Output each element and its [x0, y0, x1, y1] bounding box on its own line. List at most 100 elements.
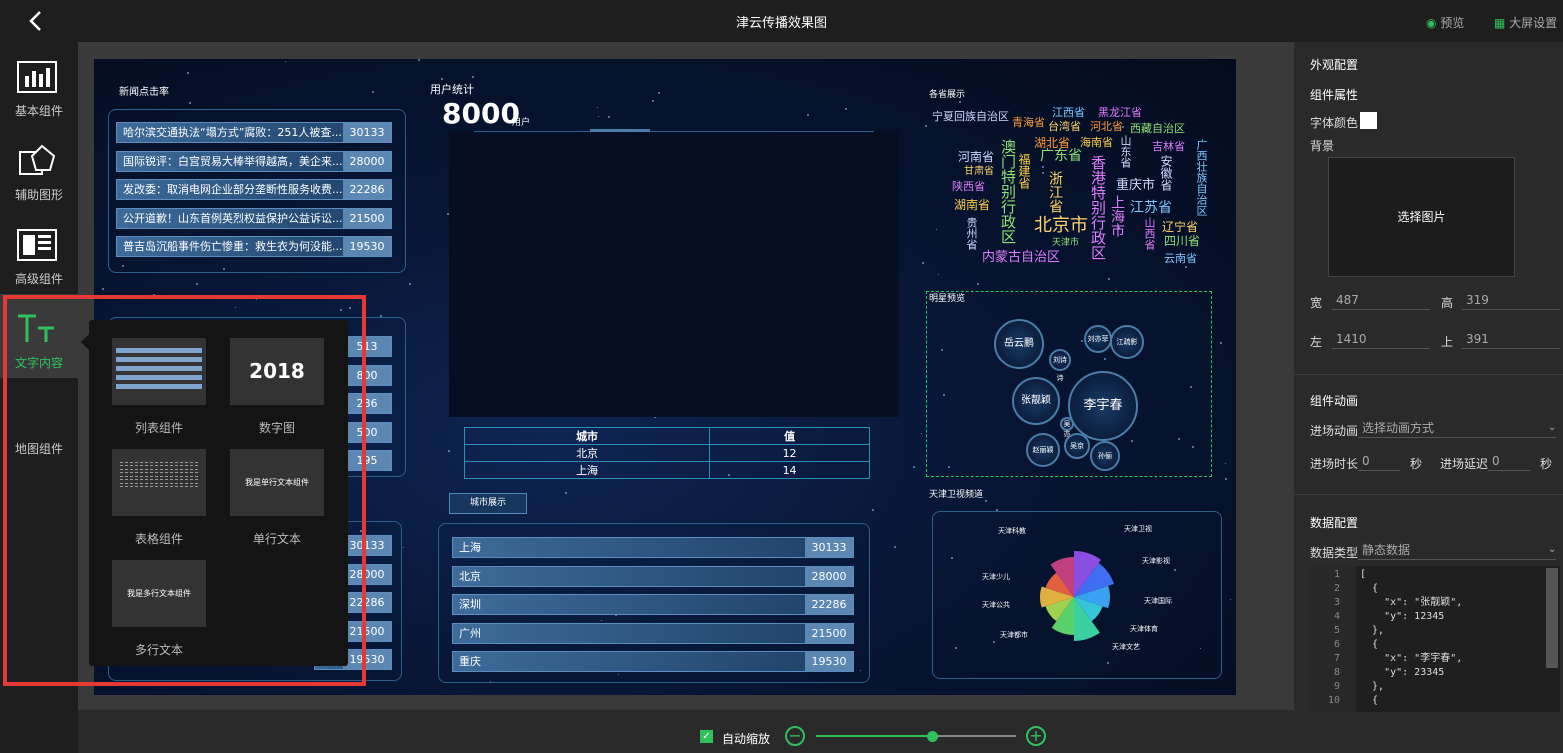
province-word: 澳门特别行政区: [999, 139, 1017, 244]
data-type-select[interactable]: 静态数据: [1358, 540, 1556, 560]
star-dot: [935, 228, 937, 230]
province-word: 天津市: [1052, 238, 1080, 248]
width-input[interactable]: 487: [1332, 290, 1430, 310]
data-config-heading: 数据配置: [1310, 516, 1359, 530]
shapes-icon: [16, 144, 58, 178]
table-row: 上海 14: [463, 461, 870, 479]
bar-value: 28000: [343, 151, 391, 171]
star-bubble[interactable]: 江疏影: [1110, 325, 1144, 359]
province-word: 江西省: [1052, 106, 1085, 119]
star-bubble[interactable]: 李宇春: [1068, 371, 1138, 441]
star-dot: [188, 102, 191, 105]
city-item[interactable]: 重庆 19530: [452, 651, 854, 672]
star-dot: [1224, 462, 1226, 464]
top-label: 上: [1441, 335, 1454, 349]
sidebar-item-shapes[interactable]: 辅助图形: [0, 126, 78, 210]
enter-duration-input[interactable]: 0: [1358, 451, 1400, 471]
tv-rose-chart: 天津卫视天津影视天津国际天津体育天津文艺 天津都市 天津公共 天津少儿 天津科教: [982, 524, 1172, 651]
bar-label: 重庆: [459, 655, 481, 668]
rose-label: 天津公共: [982, 600, 1010, 609]
bar-label: 哈尔滨交通执法“塌方式”腐败：251人被查...: [123, 126, 342, 139]
provinces-title: 各省展示: [929, 90, 966, 100]
star-bubble[interactable]: 吴京: [1064, 433, 1090, 459]
star-bubble[interactable]: 张靓颖: [1012, 377, 1060, 425]
star-bubble[interactable]: 吴亦凡: [1060, 417, 1074, 448]
rose-label: 天津国际: [1144, 596, 1172, 605]
star-dot: [418, 59, 421, 62]
city-show-button[interactable]: 城市展示: [449, 493, 527, 514]
preview-button[interactable]: ◉ 预览: [1426, 14, 1464, 31]
data-type-label: 数据类型: [1310, 546, 1359, 560]
star-bubble[interactable]: 赵丽颖: [1026, 433, 1060, 467]
star-dot: [447, 450, 450, 453]
animation-heading: 组件动画: [1310, 394, 1359, 408]
news-item[interactable]: 哈尔滨交通执法“塌方式”腐败：251人被查... 30133: [116, 122, 392, 143]
highlight-box: [3, 295, 366, 686]
code-text: [ { "x": "张靓颖", "y": 12345 }, { "x": "李宇…: [1360, 569, 1463, 706]
rose-label: 天津卫视: [1124, 524, 1152, 533]
star-bubble[interactable]: 岳云鹏: [994, 319, 1044, 369]
enter-anim-select[interactable]: 选择动画方式: [1358, 418, 1556, 438]
table-header: 值: [709, 427, 870, 445]
zoom-bar: ✓ 自动缩放 − +: [78, 710, 1294, 753]
chevron-down-icon: ⌄: [1548, 544, 1557, 555]
province-word: 甘肃省: [964, 166, 994, 177]
height-input[interactable]: 319: [1462, 290, 1560, 310]
grid-icon: ▦: [1494, 16, 1506, 30]
news-item[interactable]: 发改委：取消电网企业部分垄断性服务收费... 22286: [116, 179, 392, 200]
province-word: 青海省: [1012, 116, 1045, 129]
sidebar-item-basic[interactable]: 基本组件: [0, 42, 78, 126]
province-word: 海南省: [1080, 136, 1113, 149]
bar-label: 普吉岛沉船事件伤亡惨重：救生衣为何没能...: [123, 240, 343, 253]
bar-value: 21500: [343, 208, 391, 228]
zoom-slider-thumb[interactable]: [927, 731, 938, 742]
city-item[interactable]: 深圳 22286: [452, 594, 854, 615]
editor-scrollbar[interactable]: [1546, 568, 1558, 668]
left-input[interactable]: 1410: [1332, 329, 1430, 349]
top-input[interactable]: 391: [1462, 329, 1560, 349]
screen-settings-button[interactable]: ▦ 大屏设置: [1494, 14, 1557, 31]
city-item[interactable]: 广州 21500: [452, 622, 854, 644]
star-bubble[interactable]: 刘诗诗: [1049, 349, 1071, 382]
bar-label: 上海: [459, 541, 481, 554]
bar-value: 22286: [805, 595, 853, 614]
star-bubble[interactable]: 孙俪: [1090, 441, 1120, 471]
star-bubble[interactable]: 刘亦菲: [1084, 325, 1112, 353]
star-dot: [984, 499, 987, 502]
select-image-button[interactable]: 选择图片: [1328, 157, 1515, 277]
seconds-label: 秒: [1540, 457, 1553, 471]
auto-zoom-checkbox[interactable]: ✓: [700, 730, 713, 743]
background-label: 背景: [1310, 139, 1335, 153]
star-dot: [1108, 278, 1111, 281]
city-item[interactable]: 北京 28000: [452, 565, 854, 587]
zoom-out-icon[interactable]: −: [785, 726, 805, 746]
properties-panel: 外观配置 组件属性 字体颜色 背景 选择图片 宽 487 高 319 左 141…: [1294, 42, 1563, 753]
star-dot: [1219, 342, 1222, 345]
rose-label: 天津文艺: [1112, 642, 1140, 651]
city-item[interactable]: 上海 30133: [452, 537, 854, 558]
star-dot: [409, 283, 412, 286]
news-item[interactable]: 国际锐评：白宫贸易大棒举得越高，美企来... 28000: [116, 150, 392, 172]
sidebar-item-advanced[interactable]: 高级组件: [0, 210, 78, 294]
line-numbers: 1 2 3 4 5 6 7 8 9 10: [1327, 569, 1340, 706]
enter-delay-input[interactable]: 0: [1488, 451, 1530, 471]
province-word: 山西省: [1143, 217, 1156, 250]
province-word: 河北省: [1090, 120, 1123, 133]
news-item[interactable]: 普吉岛沉船事件伤亡惨重：救生衣为何没能... 19530: [116, 236, 392, 257]
province-word: 广东省: [1040, 148, 1082, 164]
province-word: 西藏自治区: [1130, 122, 1185, 135]
star-dot: [1184, 265, 1187, 268]
bar-label: 公开道歉！山东首例英烈权益保护公益诉讼...: [123, 211, 343, 225]
zoom-in-icon[interactable]: +: [1026, 726, 1046, 746]
font-color-swatch[interactable]: [1360, 112, 1377, 129]
table-header: 城市: [463, 427, 711, 445]
province-word: 云南省: [1164, 252, 1197, 265]
code-editor[interactable]: 1 2 3 4 5 6 7 8 9 10 [ { "x": "张靓颖", "y"…: [1310, 566, 1560, 712]
user-unit: 用户: [512, 118, 531, 128]
province-word: 浙江省: [1047, 171, 1063, 213]
appearance-heading: 外观配置: [1310, 58, 1359, 72]
star-dot: [441, 77, 444, 80]
news-item[interactable]: 公开道歉！山东首例英烈权益保护公益诉讼... 21500: [116, 207, 392, 229]
province-word: 山东省: [1119, 135, 1132, 168]
star-dot: [844, 107, 847, 110]
